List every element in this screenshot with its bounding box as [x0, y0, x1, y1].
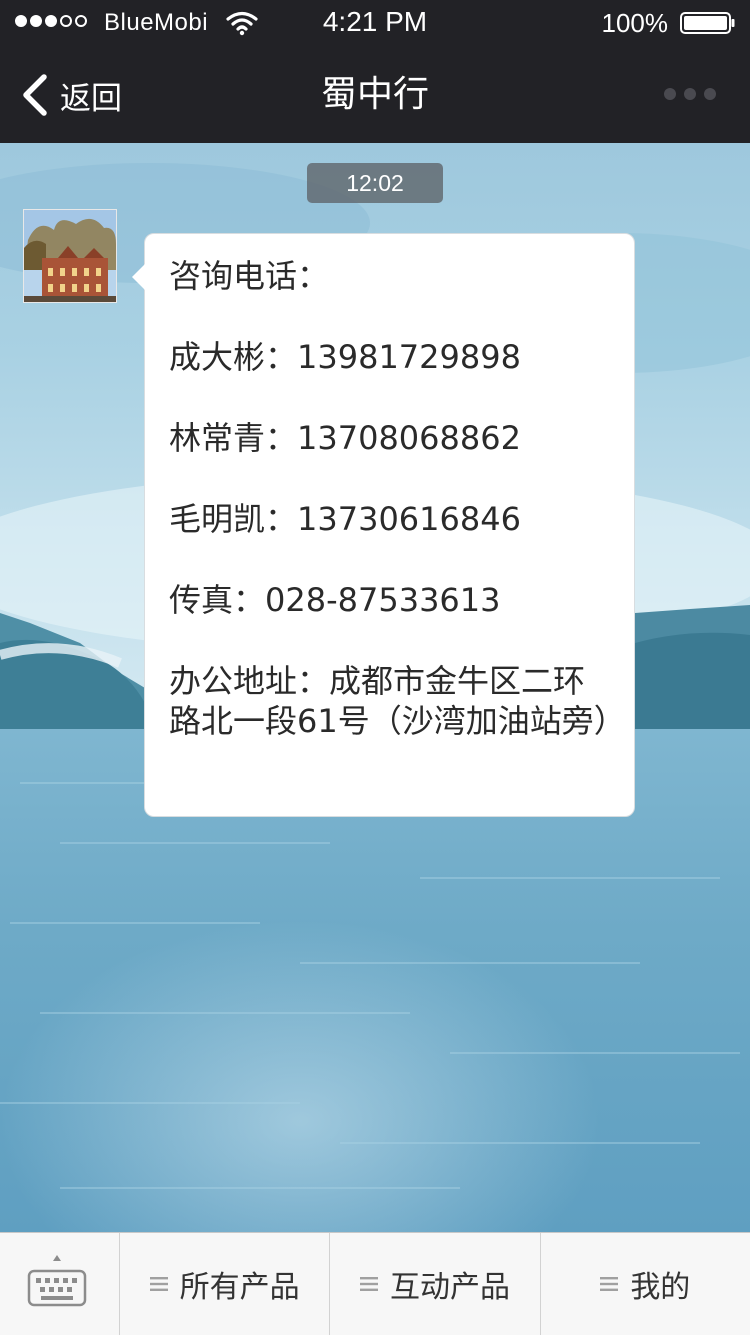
keyboard-toggle-button[interactable]	[0, 1233, 120, 1335]
back-label: 返回	[60, 80, 122, 117]
message-timestamp: 12:02	[307, 163, 443, 203]
tab-label: 互动产品	[389, 1270, 510, 1305]
nav-bar: 返回 蜀中行	[0, 46, 750, 143]
battery-icon	[680, 12, 735, 34]
tab-mine[interactable]: 我的	[541, 1233, 750, 1335]
tab-interactive-products[interactable]: 互动产品	[330, 1233, 541, 1335]
message-address-line: 办公地址：成都市金牛区二环路北一段61号（沙湾加油站旁）	[169, 662, 626, 740]
tab-label: 所有产品	[179, 1270, 300, 1305]
menu-icon	[359, 1277, 378, 1291]
header: BlueMobi 4:21 PM 100% 返回 蜀中行	[0, 0, 750, 144]
tab-all-products[interactable]: 所有产品	[120, 1233, 331, 1335]
chevron-left-icon	[23, 74, 47, 116]
back-button[interactable]: 返回	[18, 70, 122, 120]
menu-icon	[600, 1277, 619, 1291]
tab-label: 我的	[630, 1270, 691, 1305]
keyboard-icon	[27, 1255, 87, 1307]
chat-area[interactable]: 12:02 咨询电话： 成大彬：13981729898 林常青：13708068…	[0, 143, 750, 1232]
message-contact-line: 成大彬：13981729898	[169, 338, 521, 376]
avatar[interactable]	[23, 209, 117, 303]
message-bubble[interactable]: 咨询电话： 成大彬：13981729898 林常青：13708068862 毛明…	[132, 233, 635, 817]
bottom-tab-bar: 所有产品 互动产品 我的	[0, 1232, 750, 1335]
message-contact-line: 林常青：13708068862	[169, 419, 521, 457]
more-dots-icon[interactable]	[664, 88, 716, 100]
message-fax-line: 传真：028-87533613	[169, 581, 501, 619]
message-heading: 咨询电话：	[169, 257, 330, 295]
avatar-building-image	[24, 210, 116, 302]
menu-icon	[149, 1277, 168, 1291]
message-contact-line: 毛明凯：13730616846	[169, 500, 521, 538]
bubble-tail	[132, 264, 145, 290]
status-bar: BlueMobi 4:21 PM 100%	[0, 0, 750, 46]
battery-percentage: 100%	[601, 8, 669, 38]
page-title: 蜀中行	[320, 74, 429, 115]
